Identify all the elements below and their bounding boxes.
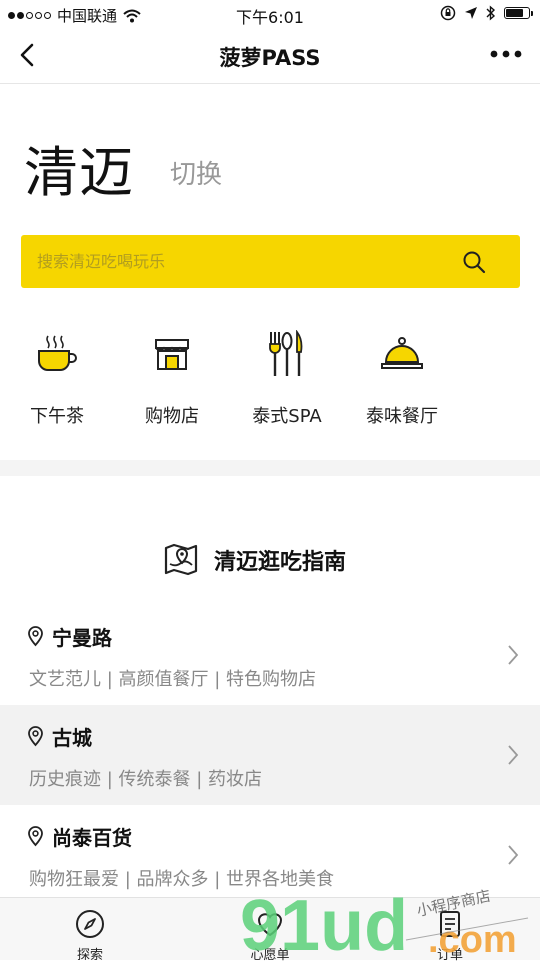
category-thai-spa[interactable]: 泰式SPA [232,326,342,427]
area-name: 尚泰百货 [52,826,132,850]
cloche-icon [381,337,423,369]
utensils-icon [269,330,303,376]
tab-label: 订单 [436,948,463,963]
category-label: 泰味餐厅 [366,406,438,427]
search-icon[interactable] [462,250,486,274]
area-row-old-city[interactable]: 古城 历史痕迹 | 传统泰餐 | 药妆店 [0,705,540,805]
nav-bar: 菠萝PASS [0,28,540,84]
area-name: 古城 [52,726,92,750]
area-row-central-festival[interactable]: 尚泰百货 购物狂最爱 | 品牌众多 | 世界各地美食 [0,805,540,905]
more-options-icon[interactable] [486,44,526,64]
order-icon [440,911,460,937]
tab-wishlist[interactable]: 心愿单 [180,898,360,963]
bluetooth-icon [486,5,496,21]
teacup-icon [38,335,77,371]
category-grid: 下午茶 购物店 泰式SPA 泰味餐厅 [0,326,540,436]
area-tags: 历史痕迹 | 传统泰餐 | 药妆店 [29,769,263,790]
category-label: 下午茶 [30,406,84,427]
location-pin-icon [28,726,43,747]
city-name: 清迈 [24,141,134,204]
bottom-tab-bar: 探索 心愿单 订单 [0,897,540,963]
status-bar: 中国联通 下午6:01 [0,0,540,28]
switch-city-button[interactable]: 切换 [170,154,222,191]
category-label: 购物店 [145,406,199,427]
compass-icon [76,910,104,938]
chevron-right-icon [508,745,519,765]
status-bar-right [440,5,533,21]
area-row-nimman[interactable]: 宁曼路 文艺范儿 | 高颜值餐厅 | 特色购物店 [0,605,540,705]
area-name: 宁曼路 [52,626,112,650]
tab-explore[interactable]: 探索 [0,898,180,963]
heart-icon [257,913,283,937]
location-pin-icon [28,826,43,847]
chevron-right-icon [508,645,519,665]
orientation-lock-icon [440,5,456,21]
page-title: 菠萝PASS [219,46,321,70]
storefront-icon [155,339,189,370]
area-tags: 购物狂最爱 | 品牌众多 | 世界各地美食 [29,869,335,890]
battery-fill [506,9,523,17]
battery-icon [504,7,533,19]
search-input[interactable] [35,235,459,290]
guide-title: 清迈逛吃指南 [214,550,347,575]
tab-label: 心愿单 [250,948,290,963]
chevron-right-icon [508,845,519,865]
location-arrow-icon [465,7,477,19]
search-bar[interactable] [21,235,520,290]
tab-label: 探索 [76,948,103,963]
location-pin-icon [28,626,43,647]
category-shopping[interactable]: 购物店 [117,326,227,427]
category-thai-restaurant[interactable]: 泰味餐厅 [347,326,457,427]
section-divider [0,460,540,476]
category-label: 泰式SPA [252,406,322,427]
category-afternoon-tea[interactable]: 下午茶 [2,326,112,427]
area-tags: 文艺范儿 | 高颜值餐厅 | 特色购物店 [29,669,317,690]
map-pin-icon [164,543,198,576]
tab-orders[interactable]: 订单 [360,898,540,963]
guide-header: 清迈逛吃指南 [0,536,540,582]
